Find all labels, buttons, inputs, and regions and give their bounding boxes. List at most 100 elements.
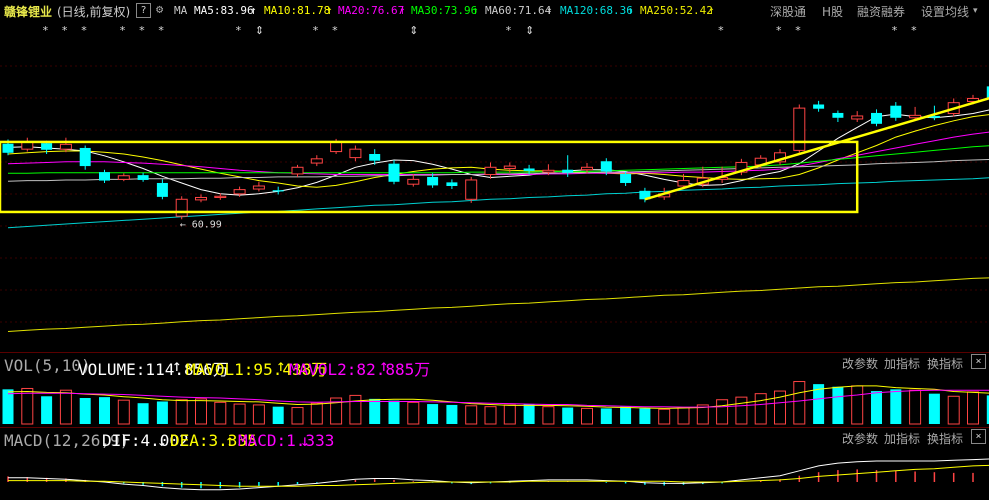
- volume-bar: [909, 389, 922, 425]
- macd-add-indicator-button[interactable]: 加指标: [884, 430, 920, 447]
- star-icon: *: [332, 24, 338, 37]
- star-icon: *: [120, 24, 126, 37]
- volume-bar: [407, 401, 420, 425]
- up-arrow-icon: ↑: [546, 4, 553, 17]
- candle-body: [349, 148, 362, 159]
- up-arrow-icon: ↑: [708, 4, 715, 17]
- candle-body: [600, 161, 612, 172]
- candle-body: [890, 105, 902, 118]
- candle-body: [330, 141, 343, 153]
- ma30-line: [8, 145, 989, 174]
- volume-bar: [233, 403, 246, 425]
- help-icon[interactable]: ?: [136, 3, 151, 18]
- up-arrow-icon: ↑: [326, 4, 333, 17]
- candle-body: [59, 143, 72, 150]
- vol-close-icon[interactable]: ×: [971, 354, 986, 369]
- volume-bar: [272, 406, 284, 424]
- candle-body: [465, 179, 478, 200]
- star-icon: *: [313, 24, 319, 37]
- gear-icon[interactable]: ⚙: [156, 2, 163, 16]
- star-icon: *: [81, 24, 87, 37]
- volume-bar: [484, 406, 497, 425]
- ma60-value: MA60:71.64: [485, 4, 552, 17]
- low-price-label: ← 60.99: [180, 219, 222, 230]
- candle-body: [871, 112, 882, 124]
- menu-h-share[interactable]: H股: [822, 3, 843, 20]
- volume-bar: [41, 396, 53, 424]
- volume-bar: [2, 389, 14, 424]
- candle-body: [369, 154, 381, 161]
- menu-set-ma[interactable]: 设置均线: [921, 3, 969, 20]
- volume-bar: [349, 394, 362, 425]
- chart-header: 赣锋锂业 (日线,前复权) ? ⚙ MA MA5:83.96 ↑ MA10:81…: [0, 0, 989, 22]
- volume-bar: [735, 396, 748, 425]
- volume-bar: [754, 393, 767, 425]
- candle-body: [117, 175, 130, 180]
- volume-bar: [117, 399, 130, 425]
- star-icon: *: [776, 24, 782, 37]
- candle-body: [793, 107, 806, 151]
- star-icon: *: [236, 24, 242, 37]
- candle-body: [523, 168, 535, 171]
- candle-body: [542, 169, 555, 173]
- candle-body: [291, 166, 304, 175]
- macd-close-icon[interactable]: ×: [971, 429, 986, 444]
- volume-bar: [871, 391, 882, 424]
- star-icon: *: [795, 24, 801, 37]
- volume-bar: [465, 405, 478, 425]
- stock-name[interactable]: 赣锋锂业: [4, 3, 52, 20]
- volume-bar: [388, 400, 400, 424]
- volume-bar: [291, 407, 304, 425]
- candle-body: [233, 189, 246, 195]
- candle-body: [272, 190, 284, 192]
- chevron-down-icon[interactable]: ▾: [973, 6, 978, 16]
- star-icon: ⇕: [255, 24, 264, 37]
- volume-bar: [677, 407, 690, 425]
- ma-label: MA: [174, 4, 188, 17]
- star-icon: *: [62, 24, 68, 37]
- candle-body: [79, 147, 91, 167]
- star-icon: *: [911, 24, 917, 37]
- macd-switch-indicator-button[interactable]: 换指标: [927, 430, 963, 447]
- volume-bar: [639, 408, 651, 424]
- volume-bar: [947, 395, 960, 425]
- candle-body: [388, 163, 400, 182]
- candle-body: [407, 178, 420, 185]
- candle-body: [562, 169, 574, 173]
- candle-body: [620, 173, 632, 183]
- menu-margin-trading[interactable]: 融资融券: [857, 3, 905, 20]
- candle-body: [677, 180, 690, 187]
- volume-bar: [175, 399, 188, 425]
- volume-bar: [195, 398, 207, 425]
- volume-bar: [716, 399, 729, 425]
- volume-bar: [446, 404, 458, 424]
- volume-bar: [156, 401, 168, 424]
- period-label[interactable]: (日线,前复权): [57, 3, 130, 20]
- vol-edit-params-button[interactable]: 改参数: [842, 355, 878, 372]
- volume-bar: [793, 381, 806, 425]
- volume-bar: [600, 408, 612, 424]
- volume-bar: [967, 391, 979, 425]
- candle-body: [214, 195, 227, 198]
- macd-edit-params-button[interactable]: 改参数: [842, 430, 878, 447]
- menu-shenguton[interactable]: 深股通: [770, 3, 806, 20]
- volume-bar: [832, 386, 844, 424]
- ma30-value: MA30:73.96: [411, 4, 478, 17]
- candle-body: [195, 196, 207, 201]
- candle-body: [446, 182, 458, 186]
- star-icon: *: [718, 24, 724, 37]
- candle-body: [909, 114, 922, 119]
- volume-bar: [99, 397, 110, 424]
- ma5-value: MA5:83.96: [194, 4, 254, 17]
- vol-add-indicator-button[interactable]: 加指标: [884, 355, 920, 372]
- up-arrow-icon: ↑: [250, 4, 257, 17]
- candle-body: [427, 176, 439, 186]
- ma20-line: [7, 131, 989, 175]
- volume-bar: [542, 406, 555, 425]
- volume-bar: [851, 385, 864, 425]
- vol-switch-indicator-button[interactable]: 换指标: [927, 355, 963, 372]
- volume-bar: [620, 406, 632, 424]
- candle-body: [484, 166, 497, 176]
- up-arrow-icon: ↑: [627, 4, 634, 17]
- volume-bar: [658, 408, 671, 425]
